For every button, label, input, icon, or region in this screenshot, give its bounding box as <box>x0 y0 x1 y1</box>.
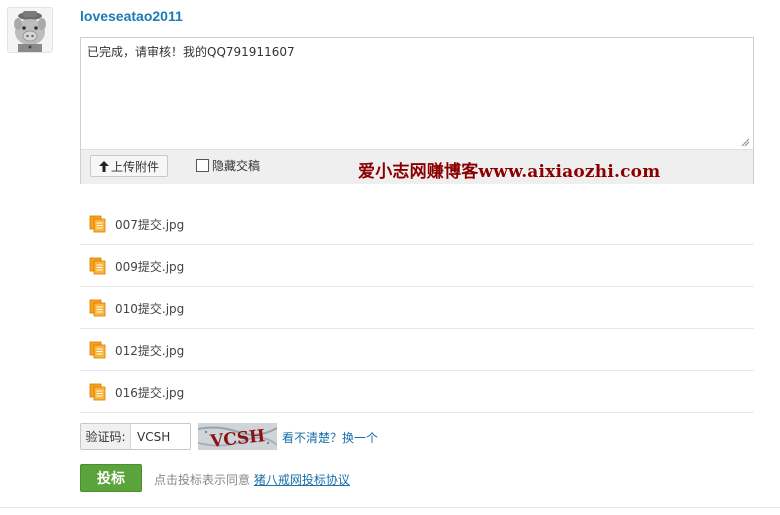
attachment-name[interactable]: 016提交.jpg <box>115 384 184 401</box>
submit-bid-button[interactable]: 投标 <box>80 464 142 492</box>
attachment-name[interactable]: 007提交.jpg <box>115 216 184 233</box>
file-stack-icon <box>89 341 106 359</box>
attachment-item[interactable]: 016提交.jpg <box>80 371 754 413</box>
agreement-link[interactable]: 猪八戒网投标协议 <box>254 473 350 487</box>
attachment-name[interactable]: 009提交.jpg <box>115 258 184 275</box>
agreement-text: 点击投标表示同意 猪八戒网投标协议 <box>154 471 350 488</box>
hide-submission-label: 隐藏交稿 <box>212 159 261 173</box>
attachment-item[interactable]: 012提交.jpg <box>80 329 754 371</box>
captcha-image[interactable]: VCSH <box>198 423 277 450</box>
refresh-captcha-link[interactable]: 看不清楚？换一个 <box>282 429 378 446</box>
avatar[interactable] <box>7 7 53 53</box>
captcha-field: 验证码: <box>80 423 191 450</box>
username-link[interactable]: loveseatao2011 <box>80 8 183 24</box>
attachment-item[interactable]: 007提交.jpg <box>80 203 754 245</box>
resize-grip-icon[interactable] <box>741 138 750 147</box>
attachment-item[interactable]: 010提交.jpg <box>80 287 754 329</box>
watermark-text: 爱小志网赚博客www.aixiaozhi.com <box>358 162 661 182</box>
attachment-name[interactable]: 012提交.jpg <box>115 342 184 359</box>
arrow-up-icon <box>98 160 109 172</box>
file-stack-icon <box>89 257 106 275</box>
file-stack-icon <box>89 299 106 317</box>
captcha-input[interactable] <box>131 424 189 449</box>
agreement-prefix: 点击投标表示同意 <box>154 473 251 487</box>
attachment-item[interactable]: 009提交.jpg <box>80 245 754 287</box>
upload-attachment-button[interactable]: 上传附件 <box>90 155 168 177</box>
file-stack-icon <box>89 215 106 233</box>
attachment-list: 007提交.jpg 009提交.jpg 010提交.jpg 012提交.jpg … <box>80 203 754 413</box>
divider <box>0 507 780 508</box>
captcha-label: 验证码: <box>81 424 131 449</box>
checkbox-box[interactable] <box>196 159 209 172</box>
comment-textarea[interactable]: 已完成，请审核！我的QQ791911607 <box>81 38 753 149</box>
attachment-name[interactable]: 010提交.jpg <box>115 300 184 317</box>
upload-label: 上传附件 <box>110 159 159 174</box>
file-stack-icon <box>89 383 106 401</box>
pig-avatar-icon <box>8 8 52 52</box>
hide-submission-checkbox[interactable]: 隐藏交稿 <box>196 157 260 174</box>
